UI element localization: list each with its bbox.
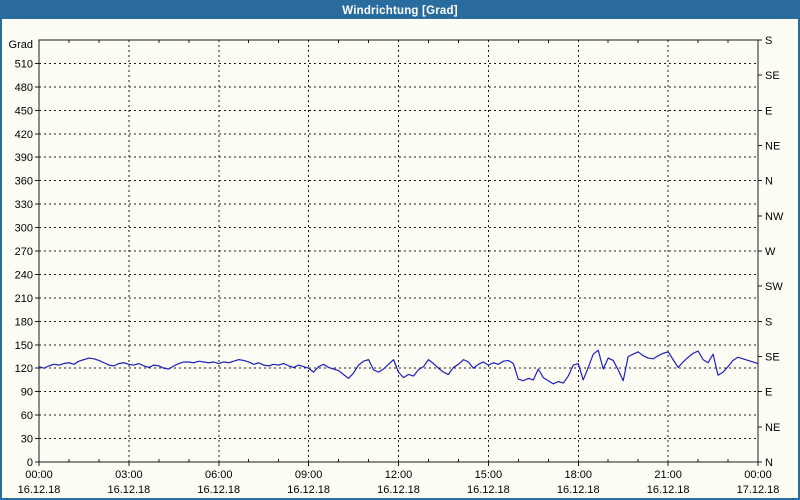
y-left-tick-label: 180 <box>15 316 33 328</box>
y-left-tick-label: 360 <box>15 176 33 188</box>
y-left-tick-label: 330 <box>15 199 33 211</box>
y-right-tick-label: SE <box>765 70 780 82</box>
x-date-label: 16.12.18 <box>557 484 600 496</box>
x-time-label: 09:00 <box>295 469 323 481</box>
x-date-label: 16.12.18 <box>377 484 420 496</box>
wind-direction-chart: 0 30 60 90 120 150 180 210 240 270 300 330 360 390 420… <box>9 35 784 496</box>
y-left-tick-label: 390 <box>15 152 33 164</box>
x-time-label: 18:00 <box>564 469 592 481</box>
y-left-tick-label: 270 <box>15 246 33 258</box>
x-date-label: 16.12.18 <box>107 484 150 496</box>
y-right-tick-label: N <box>765 176 773 188</box>
y-left-tick-label: 30 <box>21 434 33 446</box>
y-left-tick-label: 480 <box>15 82 33 94</box>
y-right-tick-label: NE <box>765 422 780 434</box>
y-left-tick-label: 90 <box>21 387 33 399</box>
x-date-label: 16.12.18 <box>18 484 61 496</box>
x-date-label: 16.12.18 <box>467 484 510 496</box>
x-date-label: 16.12.18 <box>287 484 330 496</box>
window-titlebar: Windrichtung [Grad] <box>2 2 798 19</box>
y-right-tick-label: S <box>765 316 772 328</box>
y-left-tick-label: 210 <box>15 293 33 305</box>
y-left-tick-label: 420 <box>15 129 33 141</box>
y-right-tick-label: E <box>765 387 772 399</box>
y-right-tick-label: SE <box>765 352 780 364</box>
x-time-label: 06:00 <box>205 469 233 481</box>
x-date-label: 16.12.18 <box>647 484 690 496</box>
x-date-label: 16.12.18 <box>197 484 240 496</box>
y-right-tick-label: S <box>765 35 772 47</box>
x-date-label: 17.12.18 <box>737 484 780 496</box>
y-left-tick-label: 510 <box>15 58 33 70</box>
y-right-tick-label: NE <box>765 141 780 153</box>
window-title: Windrichtung [Grad] <box>342 4 458 17</box>
y-right-tick-label: NW <box>765 211 784 223</box>
y-right-tick-label: E <box>765 105 772 117</box>
y-left-tick-label: 120 <box>15 363 33 375</box>
y-left-tick-label: 240 <box>15 269 33 281</box>
x-time-label: 00:00 <box>744 469 772 481</box>
y-right-tick-label: W <box>765 246 776 258</box>
x-time-label: 15:00 <box>475 469 503 481</box>
x-time-label: 12:00 <box>385 469 413 481</box>
y-right-tick-label: N <box>765 457 773 469</box>
y-axis-unit-label: Grad <box>9 39 33 51</box>
x-time-label: 00:00 <box>25 469 53 481</box>
chart-window: Windrichtung [Grad] 0 30 60 90 120 150 180 210 2… <box>0 0 800 500</box>
y-left-tick-label: 300 <box>15 223 33 235</box>
y-left-tick-label: 60 <box>21 410 33 422</box>
y-left-tick-label: 150 <box>15 340 33 352</box>
y-left-tick-label: 450 <box>15 105 33 117</box>
x-time-label: 03:00 <box>115 469 143 481</box>
chart-area: 0 30 60 90 120 150 180 210 240 270 300 330 360 390 420… <box>2 19 798 498</box>
x-time-label: 21:00 <box>654 469 682 481</box>
y-right-tick-label: SW <box>765 281 783 293</box>
y-left-tick-label: 0 <box>27 457 33 469</box>
